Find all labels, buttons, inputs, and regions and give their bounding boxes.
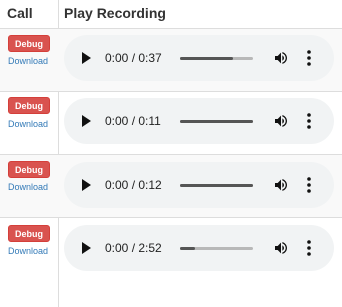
volume-icon[interactable]: [273, 176, 289, 194]
play-icon[interactable]: [82, 242, 91, 254]
audio-player[interactable]: 0:00 / 0:12: [64, 162, 334, 208]
debug-button[interactable]: Debug: [8, 97, 50, 114]
time-display: 0:00 / 0:12: [105, 178, 162, 192]
buffered-bar: [180, 57, 233, 60]
debug-button[interactable]: Debug: [8, 161, 50, 178]
buffered-bar: [180, 184, 253, 187]
debug-button[interactable]: Debug: [8, 35, 50, 52]
recordings-table: Call Play Recording Debug Download 0:00 …: [0, 0, 342, 307]
audio-player[interactable]: 0:00 / 2:52: [64, 225, 334, 271]
download-link[interactable]: Download: [8, 182, 48, 192]
progress-track[interactable]: [180, 247, 253, 250]
header-call: Call: [7, 5, 33, 21]
progress-track[interactable]: [180, 184, 253, 187]
download-link[interactable]: Download: [8, 56, 48, 66]
volume-icon[interactable]: [273, 112, 289, 130]
table-row: Debug Download 0:00 / 0:11: [0, 92, 342, 155]
table-row: Debug Download 0:00 / 2:52: [0, 218, 342, 307]
download-link[interactable]: Download: [8, 246, 48, 256]
more-vert-icon[interactable]: [305, 49, 313, 67]
buffered-bar: [180, 120, 253, 123]
progress-track[interactable]: [180, 57, 253, 60]
table-row: Debug Download 0:00 / 0:12: [0, 155, 342, 218]
volume-icon[interactable]: [273, 239, 289, 257]
debug-button[interactable]: Debug: [8, 225, 50, 242]
more-vert-icon[interactable]: [305, 176, 313, 194]
play-icon[interactable]: [82, 115, 91, 127]
time-display: 0:00 / 0:37: [105, 51, 162, 65]
more-vert-icon[interactable]: [305, 112, 313, 130]
play-icon[interactable]: [82, 179, 91, 191]
more-vert-icon[interactable]: [305, 239, 313, 257]
table-row: Debug Download 0:00 / 0:37: [0, 29, 342, 92]
volume-icon[interactable]: [273, 49, 289, 67]
buffered-bar: [180, 247, 195, 250]
audio-player[interactable]: 0:00 / 0:11: [64, 98, 334, 144]
header-play-recording: Play Recording: [64, 5, 166, 21]
download-link[interactable]: Download: [8, 119, 48, 129]
table-header: Call Play Recording: [0, 0, 342, 29]
progress-track[interactable]: [180, 120, 253, 123]
audio-player[interactable]: 0:00 / 0:37: [64, 35, 334, 81]
play-icon[interactable]: [82, 52, 91, 64]
time-display: 0:00 / 0:11: [105, 114, 161, 128]
time-display: 0:00 / 2:52: [105, 241, 162, 255]
